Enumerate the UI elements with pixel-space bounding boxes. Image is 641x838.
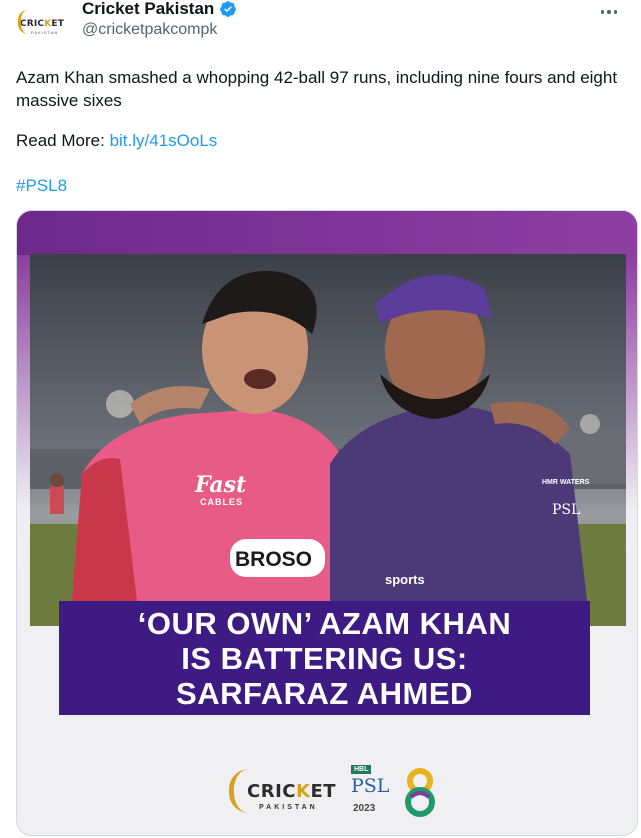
cricket-pakistan-logo: CRICKET PAKISTAN [227, 767, 337, 817]
media-top-band [17, 211, 637, 255]
verified-badge-icon [220, 1, 237, 17]
shirt-brand-text: Fast [195, 472, 247, 498]
psl-hbl-label: HBL [351, 765, 372, 774]
read-more-label: Read More: [16, 131, 105, 150]
players-photo: Fast CABLES BROSO HMR WATERS PSL sports [30, 254, 626, 626]
jersey-sponsor-text: HMR WATERS [542, 479, 590, 486]
psl-label: PSL [351, 775, 390, 797]
headline-line-2: IS BATTERING US: [181, 640, 468, 676]
avatar[interactable]: CRICKET PAKISTAN [16, 6, 68, 42]
shirt-sponsor-text: BROSO [235, 548, 313, 571]
tweet-text: Azam Khan smashed a whopping 42-ball 97 … [16, 68, 618, 110]
tweet-media[interactable]: Fast CABLES BROSO HMR WATERS PSL sports … [16, 210, 638, 836]
cricket-pakistan-logo-text: CRICKET [247, 781, 337, 802]
players-illustration [30, 254, 626, 626]
account-handle[interactable]: @cricketpakcompk [82, 21, 217, 39]
shirt-brand-sub: CABLES [200, 497, 244, 507]
jersey-sports-text: sports [385, 572, 425, 587]
logo-swoosh [229, 769, 249, 813]
tweet-header: CRICKET PAKISTAN Cricket Pakistan @crick… [16, 0, 625, 50]
psl-year: 2023 [353, 803, 376, 814]
headline-line-1: ‘OUR OWN’ AZAM KHAN [137, 605, 512, 641]
more-options-icon[interactable] [595, 2, 623, 22]
avatar-swoosh [18, 10, 30, 34]
headline-banner: ‘OUR OWN’ AZAM KHAN IS BATTERING US: SAR… [59, 601, 590, 715]
read-more-link[interactable]: bit.ly/41sOoLs [110, 131, 218, 150]
headline-line-3: SARFARAZ AHMED [176, 675, 473, 711]
cricket-pakistan-logo-sub: PAKISTAN [259, 804, 318, 811]
footer-logos: CRICKET PAKISTAN HBL PSL 2023 [227, 759, 447, 823]
jersey-psl-text: PSL [552, 502, 581, 518]
psl-logo: HBL PSL 2023 [347, 761, 447, 821]
account-name[interactable]: Cricket Pakistan [82, 0, 214, 19]
avatar-logo-sub: PAKISTAN [31, 30, 59, 35]
read-more-line: Read More: bit.ly/41sOoLs [16, 131, 217, 151]
psl-eight-icon [405, 768, 435, 817]
hashtag-link[interactable]: #PSL8 [16, 176, 67, 196]
